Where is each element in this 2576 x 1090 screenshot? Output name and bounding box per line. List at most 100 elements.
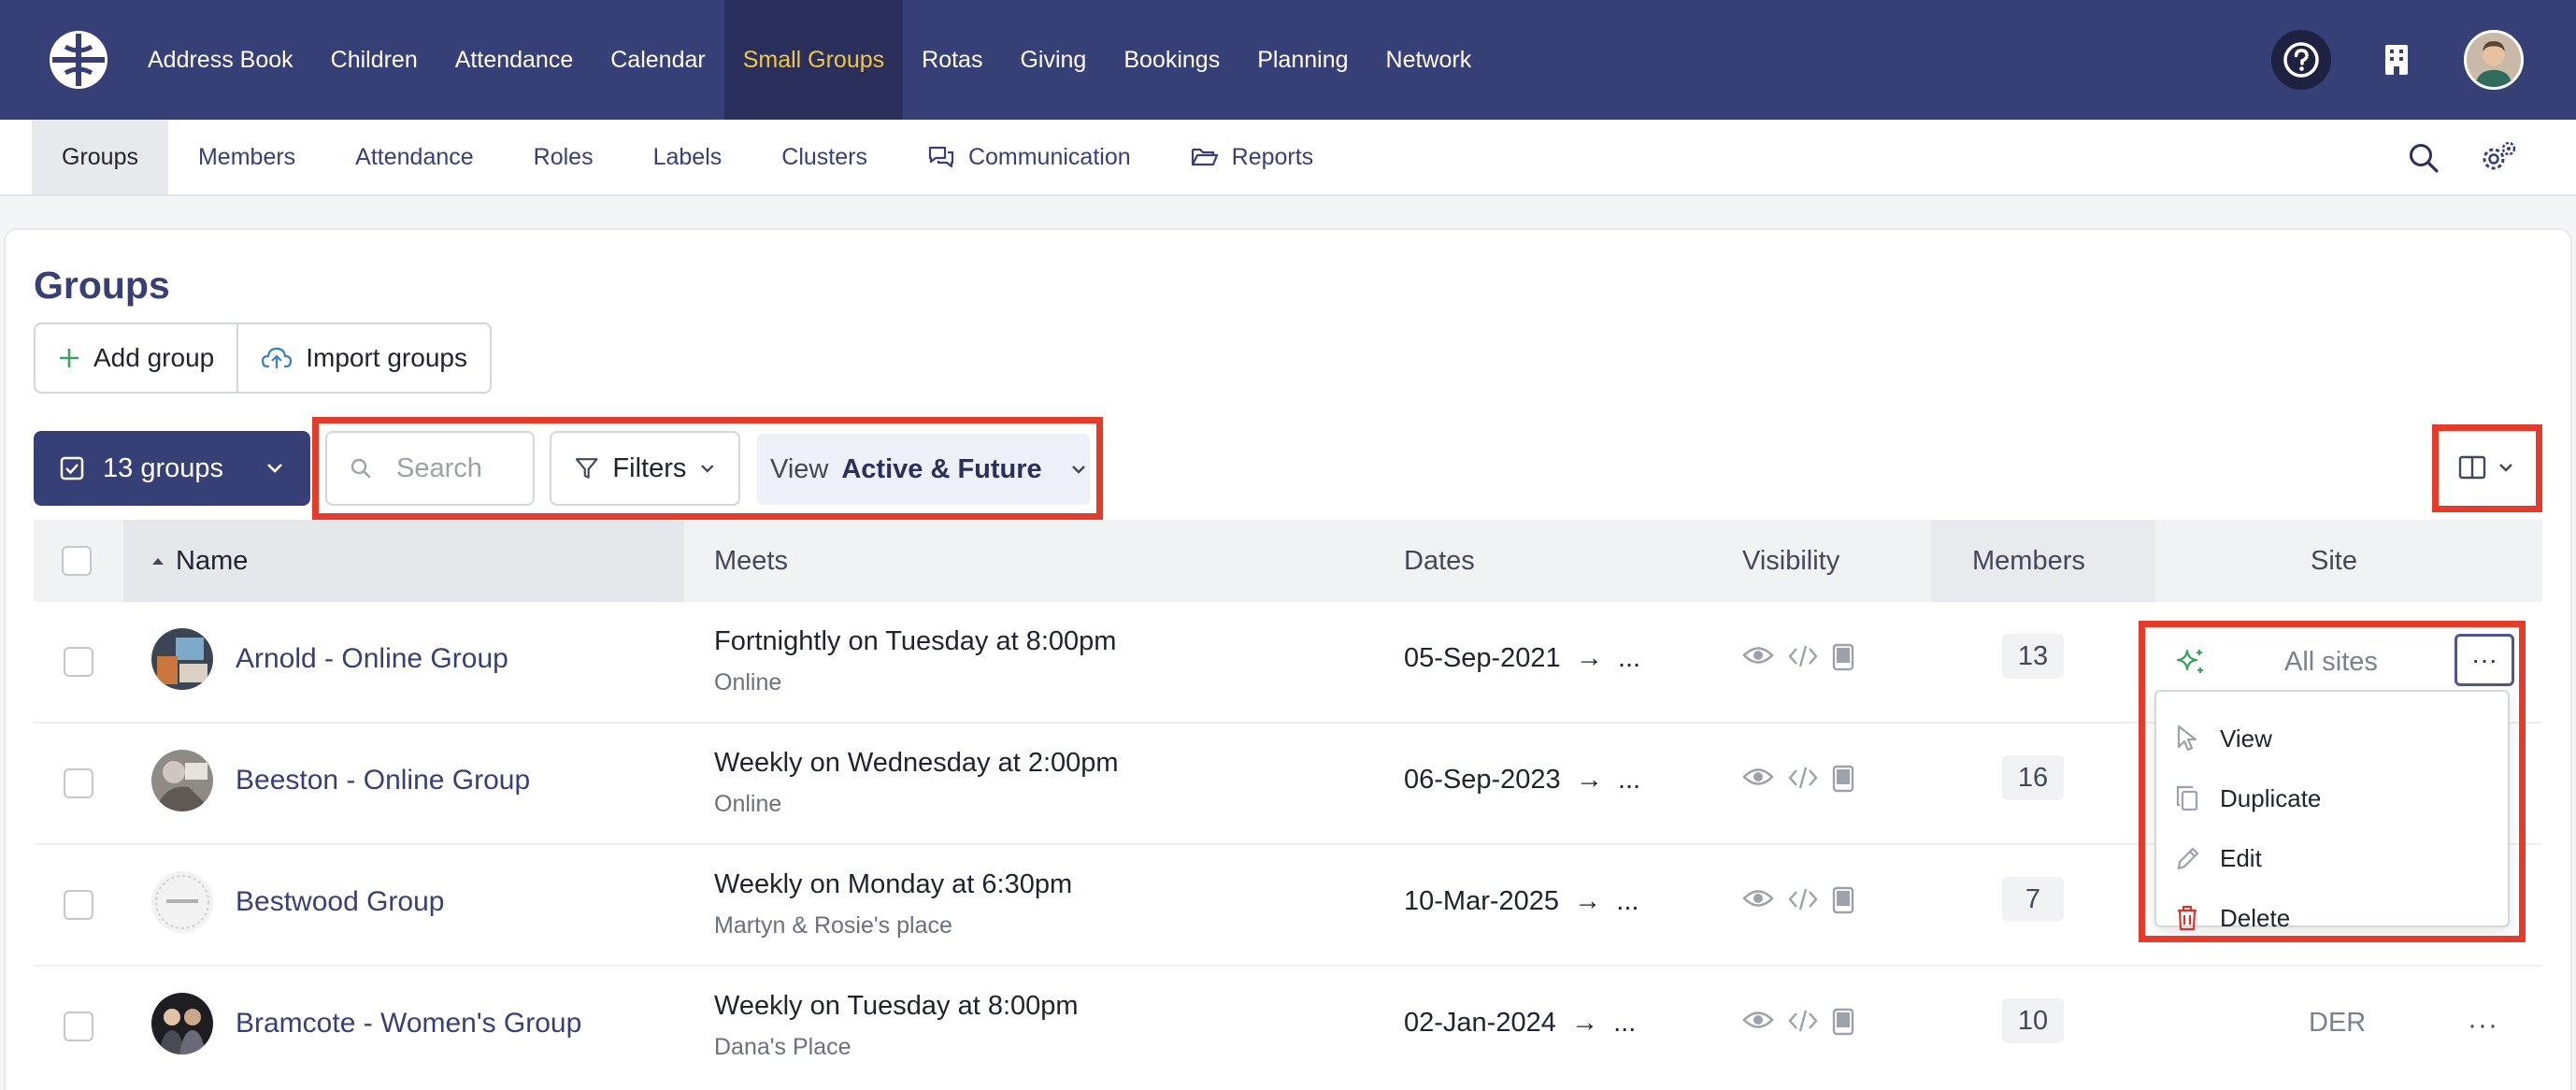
import-groups-label: Import groups bbox=[306, 343, 467, 372]
tab-reports[interactable]: Reports bbox=[1161, 120, 1344, 194]
nav-giving[interactable]: Giving bbox=[1001, 0, 1105, 120]
nav-children[interactable]: Children bbox=[312, 0, 436, 120]
group-avatar bbox=[151, 628, 213, 690]
column-header-visibility[interactable]: Visibility bbox=[1742, 520, 1839, 602]
column-header-name[interactable]: Name bbox=[123, 520, 684, 602]
import-groups-button[interactable]: Import groups bbox=[236, 324, 490, 392]
column-header-members[interactable]: Members bbox=[1931, 520, 2155, 602]
app-logo-icon[interactable] bbox=[49, 30, 108, 90]
search-icon[interactable] bbox=[2402, 136, 2445, 179]
tab-communication-label: Communication bbox=[967, 143, 1131, 170]
members-count: 7 bbox=[2002, 877, 2064, 922]
tab-groups[interactable]: Groups bbox=[32, 120, 168, 194]
group-name-link[interactable]: Bramcote - Women's Group bbox=[236, 1008, 581, 1040]
nav-rotas[interactable]: Rotas bbox=[903, 0, 1001, 120]
tablet-icon bbox=[1832, 1008, 1854, 1036]
members-count: 13 bbox=[2002, 634, 2064, 679]
tab-clusters[interactable]: Clusters bbox=[751, 120, 897, 194]
visibility-icons bbox=[1742, 765, 1854, 793]
eye-icon bbox=[1742, 768, 1774, 785]
date-range: 05-Sep-2021 → ... bbox=[1404, 643, 1641, 673]
help-icon[interactable] bbox=[2271, 30, 2331, 90]
meeting-schedule: Fortnightly on Tuesday at 8:00pm bbox=[714, 626, 1117, 656]
nav-small-groups[interactable]: Small Groups bbox=[723, 0, 904, 120]
chat-bubbles-icon bbox=[928, 146, 954, 168]
row-checkbox[interactable] bbox=[64, 890, 93, 920]
tab-reports-label: Reports bbox=[1231, 143, 1314, 170]
nav-attendance[interactable]: Attendance bbox=[436, 0, 593, 120]
sub-navbar: Groups Members Attendance Roles Labels C… bbox=[0, 120, 2576, 196]
tab-labels[interactable]: Labels bbox=[623, 120, 752, 194]
row-checkbox[interactable] bbox=[64, 647, 93, 677]
site-value: DER bbox=[2309, 1008, 2367, 1038]
tablet-icon bbox=[1832, 765, 1854, 793]
cloud-upload-icon bbox=[262, 347, 293, 368]
column-header-site[interactable]: Site bbox=[2311, 520, 2357, 602]
group-name-link[interactable]: Arnold - Online Group bbox=[236, 643, 508, 675]
meeting-schedule: Weekly on Wednesday at 2:00pm bbox=[714, 748, 1119, 778]
page-title: Groups bbox=[34, 264, 170, 307]
code-icon bbox=[1788, 767, 1818, 789]
main-nav: Address Book Children Attendance Calenda… bbox=[129, 0, 1490, 120]
group-actions: Add group Import groups bbox=[34, 323, 492, 394]
meeting-place: Martyn & Rosie's place bbox=[714, 912, 952, 939]
sort-ascending-icon bbox=[152, 558, 164, 565]
top-navbar: Address Book Children Attendance Calenda… bbox=[0, 0, 2576, 120]
date-range: 06-Sep-2023 → ... bbox=[1404, 765, 1641, 795]
group-avatar bbox=[151, 871, 213, 933]
nav-calendar[interactable]: Calendar bbox=[592, 0, 723, 120]
meeting-place: Online bbox=[714, 669, 782, 696]
code-icon bbox=[1788, 888, 1818, 911]
select-all-checkbox[interactable] bbox=[62, 520, 92, 602]
meeting-place: Online bbox=[714, 791, 782, 817]
nav-address-book[interactable]: Address Book bbox=[129, 0, 312, 120]
column-header-meets[interactable]: Meets bbox=[714, 520, 788, 602]
column-header-dates[interactable]: Dates bbox=[1404, 520, 1475, 602]
highlight-box-toolbar bbox=[312, 417, 1103, 520]
row-more-actions-button[interactable]: ··· bbox=[2468, 1010, 2498, 1041]
chevron-down-icon bbox=[267, 464, 282, 473]
meeting-schedule: Weekly on Monday at 6:30pm bbox=[714, 869, 1073, 899]
eye-icon bbox=[1742, 1011, 1774, 1028]
nav-network[interactable]: Network bbox=[1367, 0, 1491, 120]
table-header: Name Meets Dates Visibility Members Site bbox=[34, 520, 2542, 602]
folder-open-icon bbox=[1191, 148, 1218, 166]
highlight-box-actions-menu bbox=[2139, 621, 2526, 942]
sub-nav: Groups Members Attendance Roles Labels C… bbox=[32, 120, 1343, 194]
visibility-icons bbox=[1742, 886, 1854, 914]
tab-members[interactable]: Members bbox=[168, 120, 325, 194]
date-range: 10-Mar-2025 → ... bbox=[1404, 886, 1639, 916]
table-row[interactable]: Bramcote - Women's Group Weekly on Tuesd… bbox=[34, 967, 2542, 1088]
add-group-label: Add group bbox=[93, 343, 215, 372]
highlight-box-columns bbox=[2432, 424, 2542, 512]
meeting-place: Dana's Place bbox=[714, 1034, 852, 1060]
building-icon[interactable] bbox=[2367, 30, 2426, 90]
name-header-label: Name bbox=[176, 545, 249, 576]
settings-gear-icon[interactable] bbox=[2477, 136, 2520, 179]
members-count: 10 bbox=[2002, 998, 2064, 1043]
tab-attendance[interactable]: Attendance bbox=[325, 120, 504, 194]
tab-communication[interactable]: Communication bbox=[897, 120, 1161, 194]
row-checkbox[interactable] bbox=[64, 1011, 93, 1041]
members-count: 16 bbox=[2002, 755, 2064, 800]
visibility-icons bbox=[1742, 1008, 1854, 1036]
user-avatar[interactable] bbox=[2464, 30, 2524, 90]
groups-count-button[interactable]: 13 groups bbox=[34, 431, 310, 506]
nav-bookings[interactable]: Bookings bbox=[1105, 0, 1238, 120]
group-name-link[interactable]: Bestwood Group bbox=[236, 886, 444, 918]
add-group-button[interactable]: Add group bbox=[36, 324, 236, 392]
group-avatar bbox=[151, 993, 213, 1054]
plus-icon bbox=[60, 349, 79, 367]
date-range: 02-Jan-2024 → ... bbox=[1404, 1008, 1637, 1038]
code-icon bbox=[1788, 645, 1818, 667]
tablet-icon bbox=[1832, 643, 1854, 671]
group-avatar bbox=[151, 750, 213, 811]
groups-count-label: 13 groups bbox=[103, 452, 223, 483]
tablet-icon bbox=[1832, 886, 1854, 914]
checkbox-checked-icon bbox=[60, 456, 84, 480]
nav-planning[interactable]: Planning bbox=[1238, 0, 1367, 120]
group-name-link[interactable]: Beeston - Online Group bbox=[236, 765, 530, 796]
code-icon bbox=[1788, 1010, 1818, 1032]
row-checkbox[interactable] bbox=[64, 768, 93, 798]
tab-roles[interactable]: Roles bbox=[504, 120, 623, 194]
